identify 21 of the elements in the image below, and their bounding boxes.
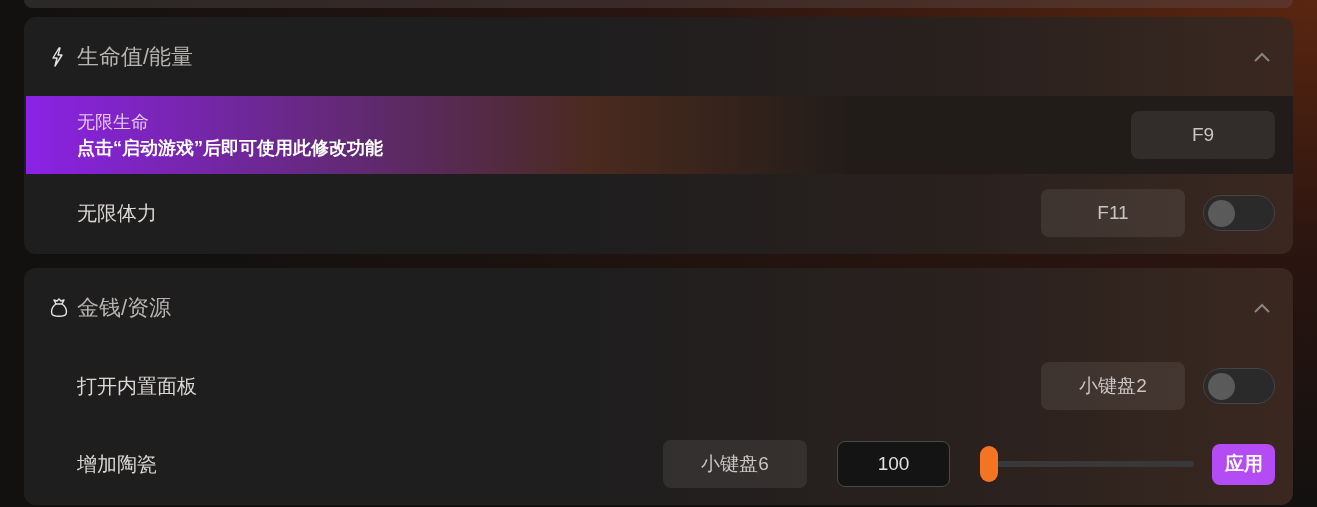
- apply-button[interactable]: 应用: [1212, 443, 1275, 485]
- row-label: 无限生命: [77, 111, 150, 134]
- hotkey-button[interactable]: F9: [1131, 111, 1275, 159]
- row-label: 打开内置面板: [77, 374, 197, 399]
- hint-text: 点击“启动游戏”后即可使用此修改功能: [77, 137, 383, 160]
- number-field[interactable]: 100: [837, 441, 950, 487]
- lightning-icon: [50, 46, 64, 67]
- row-label: 增加陶瓷: [77, 452, 157, 477]
- slider[interactable]: [980, 446, 1194, 482]
- hotkey-button[interactable]: 小键盘6: [663, 440, 807, 488]
- section-title: 生命值/能量: [77, 43, 194, 71]
- hotkey-button[interactable]: 小键盘2: [1041, 362, 1185, 410]
- section-title: 金钱/资源: [77, 294, 172, 322]
- chevron-up-icon[interactable]: [1253, 51, 1271, 62]
- money-bag-icon: [50, 297, 68, 318]
- hotkey-button[interactable]: F11: [1041, 189, 1185, 237]
- toggle-switch[interactable]: [1203, 195, 1275, 231]
- toggle-switch[interactable]: [1203, 368, 1275, 404]
- chevron-up-icon[interactable]: [1253, 302, 1271, 313]
- slider-thumb[interactable]: [980, 446, 998, 482]
- row-label: 无限体力: [77, 201, 157, 226]
